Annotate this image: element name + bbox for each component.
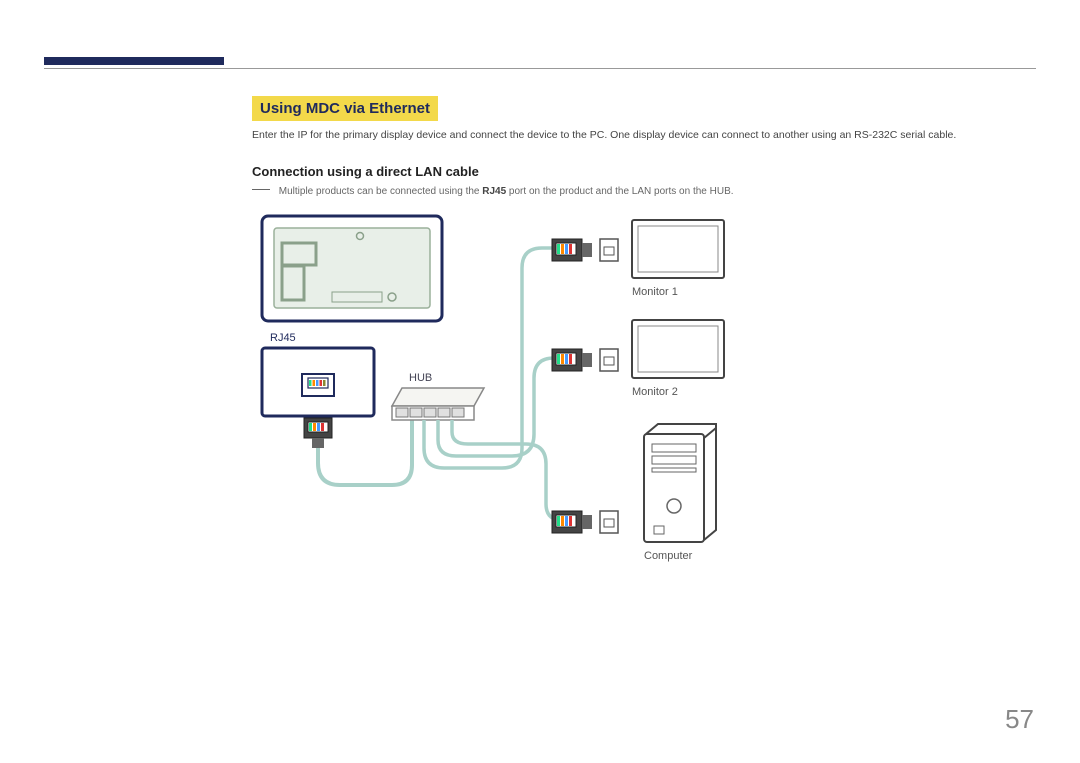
label-computer: Computer — [644, 550, 692, 562]
note-bold: RJ45 — [482, 186, 506, 197]
page-number: 57 — [1005, 704, 1034, 735]
header-accent-bar — [44, 57, 224, 65]
header-rule — [44, 68, 1036, 69]
section-title: Using MDC via Ethernet — [252, 96, 438, 121]
label-monitor2: Monitor 2 — [632, 386, 678, 398]
note-prefix: Multiple products can be connected using… — [279, 186, 482, 197]
note-line: Multiple products can be connected using… — [252, 186, 1020, 197]
note-suffix: port on the product and the LAN ports on… — [506, 186, 733, 197]
note-dash-icon — [252, 189, 270, 190]
label-hub: HUB — [409, 372, 432, 384]
label-rj45: RJ45 — [270, 332, 296, 344]
label-monitor1: Monitor 1 — [632, 286, 678, 298]
connection-diagram: RJ45 HUB Monitor 1 Monitor 2 Computer — [252, 208, 752, 588]
subsection-title: Connection using a direct LAN cable — [252, 164, 479, 179]
intro-paragraph: Enter the IP for the primary display dev… — [252, 128, 1020, 144]
